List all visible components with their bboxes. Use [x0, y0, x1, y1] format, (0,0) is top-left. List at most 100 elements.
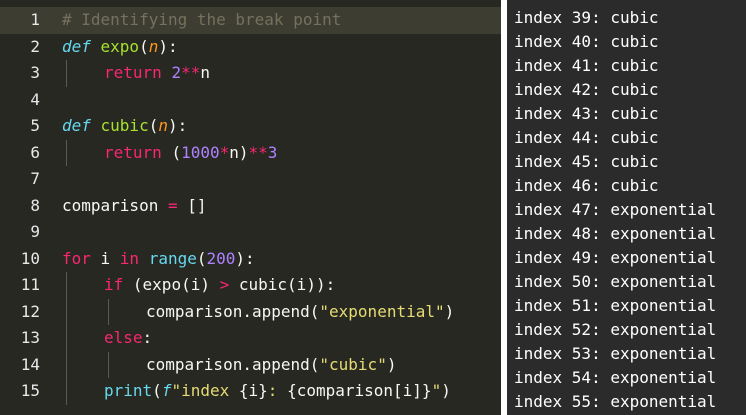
- code-token: for: [62, 248, 101, 268]
- code-token: "index: [171, 381, 239, 400]
- code-token: n): [229, 142, 249, 162]
- indent-guide: [66, 60, 67, 87]
- output-line: index 54: exponential: [514, 368, 717, 387]
- code-token: ": [431, 381, 442, 400]
- code-token: comparison: [62, 195, 168, 215]
- code-token: print: [104, 381, 153, 400]
- code-line[interactable]: 13 else:: [0, 325, 501, 352]
- code-token: range: [148, 248, 197, 268]
- code-line[interactable]: 8 comparison = []: [0, 193, 501, 220]
- code-line[interactable]: 7: [0, 166, 501, 193]
- code-token: (: [139, 36, 149, 56]
- indent-guide: [66, 272, 67, 299]
- output-line: index 47: exponential: [514, 200, 717, 219]
- code-token: comparison.append(: [146, 301, 320, 321]
- indent-guide: [66, 139, 67, 166]
- code-text: comparison.append("cubic"): [146, 352, 396, 379]
- code-line[interactable]: 14 comparison.append("cubic"): [0, 351, 501, 379]
- line-number: 1: [30, 10, 40, 29]
- output-line: index 44: cubic: [514, 128, 659, 147]
- code-line[interactable]: 10 for i in range(200):: [0, 246, 501, 273]
- code-line[interactable]: 4: [0, 87, 501, 114]
- code-token: n: [148, 36, 159, 56]
- code-line[interactable]: 9: [0, 219, 501, 246]
- code-token: def: [62, 116, 101, 135]
- indent-guide: [66, 325, 67, 352]
- code-text: def cubic(n):: [62, 113, 187, 140]
- code-token: n: [200, 63, 210, 82]
- code-line[interactable]: 15 print(f"index {i}: {comparison[i]}"): [0, 378, 501, 405]
- code-token: ):: [167, 116, 188, 135]
- code-text: return (1000*n)**3: [104, 140, 277, 167]
- code-text: comparison.append("exponential"): [146, 299, 454, 326]
- code-token: comparison.append(: [146, 354, 320, 374]
- code-token: []: [177, 195, 207, 215]
- code-token: i: [100, 248, 120, 268]
- code-token: 200: [206, 248, 236, 268]
- code-text: def expo(n):: [62, 34, 178, 61]
- code-text: if (expo(i) > cubic(i)):: [104, 272, 335, 299]
- code-line[interactable]: 2 def expo(n):: [0, 34, 501, 61]
- line-number: 10: [20, 248, 40, 268]
- line-number: 11: [20, 275, 40, 294]
- line-number: 12: [20, 301, 40, 321]
- code-token: ): [444, 301, 455, 321]
- code-token: (: [171, 142, 182, 162]
- output-line: index 53: exponential: [514, 344, 717, 363]
- code-line[interactable]: 5 def cubic(n):: [0, 113, 501, 140]
- output-line: index 42: cubic: [514, 80, 659, 99]
- code-text: for i in range(200):: [62, 246, 255, 273]
- code-token: "cubic": [319, 354, 387, 374]
- line-number: 5: [30, 116, 40, 135]
- code-text: return 2**n: [104, 60, 210, 87]
- output-line: index 39: cubic: [514, 8, 659, 27]
- code-token: cubic: [100, 116, 149, 135]
- code-token: f: [161, 381, 172, 400]
- output-line: index 40: cubic: [514, 32, 659, 51]
- code-token: ): [441, 381, 451, 400]
- code-token: ):: [158, 36, 178, 56]
- code-token: >: [219, 275, 230, 294]
- code-token: (: [148, 116, 159, 135]
- line-number: 6: [30, 142, 40, 162]
- output-line: index 50: exponential: [514, 272, 717, 291]
- code-token: expo: [100, 36, 140, 56]
- code-line[interactable]: 12 comparison.append("exponential"): [0, 298, 501, 326]
- code-text: print(f"index {i}: {comparison[i]}"): [104, 378, 451, 405]
- indent-guide: [108, 298, 109, 325]
- code-line[interactable]: 1 # Identifying the break point: [0, 7, 501, 34]
- code-line[interactable]: 6 return (1000*n)**3: [0, 139, 501, 167]
- code-token: cubic(i)):: [229, 275, 336, 294]
- code-token: else: [104, 328, 143, 347]
- line-number: 4: [30, 89, 40, 109]
- code-token: return: [104, 142, 172, 162]
- code-token: =: [167, 195, 178, 215]
- code-token: def: [62, 36, 101, 56]
- code-token: (expo(i): [132, 275, 220, 294]
- line-number: 9: [30, 222, 40, 241]
- code-token: (: [196, 248, 207, 268]
- code-token: :: [142, 328, 153, 347]
- code-token: n: [158, 116, 168, 135]
- console-output[interactable]: index 39: cubic index 40: cubic index 41: …: [507, 0, 746, 415]
- output-line: index 52: exponential: [514, 320, 717, 339]
- indent-guide: [66, 378, 67, 405]
- code-line[interactable]: 3 return 2**n: [0, 60, 501, 87]
- code-token: ): [386, 354, 397, 374]
- line-number: 15: [20, 381, 40, 400]
- code-line[interactable]: 11 if (expo(i) > cubic(i)):: [0, 272, 501, 299]
- code-token: ):: [235, 248, 255, 268]
- line-number: 8: [30, 195, 40, 215]
- output-line: index 55: exponential: [514, 392, 717, 411]
- code-text: # Identifying the break point: [62, 7, 341, 34]
- code-token: "exponential": [319, 301, 445, 321]
- code-editor[interactable]: 1 # Identifying the break point 2 def expo(…: [0, 0, 501, 415]
- output-line: index 43: cubic: [514, 104, 659, 123]
- line-number: 13: [20, 328, 40, 347]
- code-text: else:: [104, 325, 152, 352]
- code-token: 1000: [181, 142, 220, 162]
- code-token: (: [152, 381, 162, 400]
- indent-guide: [66, 298, 67, 325]
- output-line: index 51: exponential: [514, 296, 717, 315]
- code-token: 3: [267, 142, 278, 162]
